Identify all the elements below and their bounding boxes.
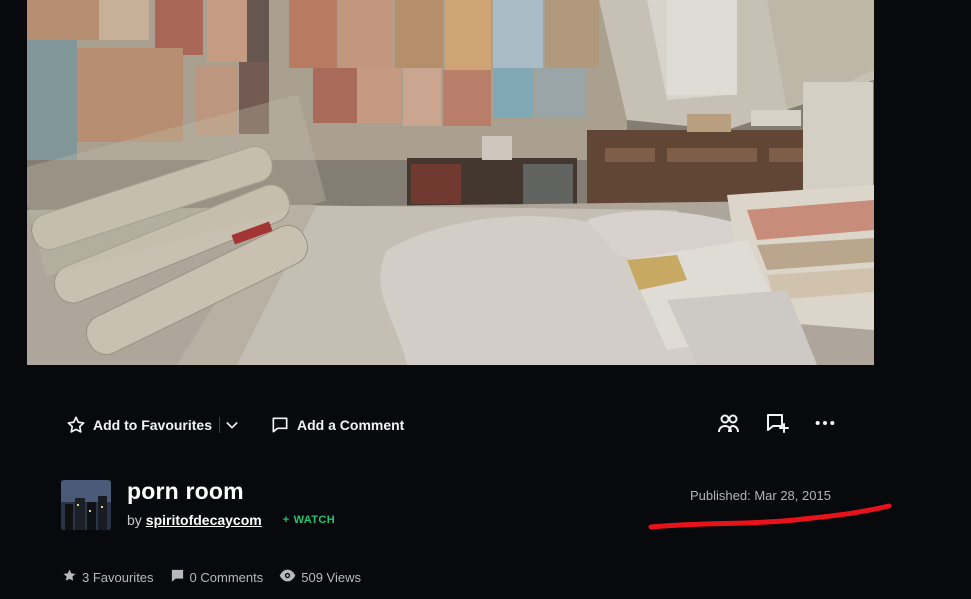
add-comment-button[interactable]: Add a Comment <box>270 410 404 440</box>
plus-icon: + <box>282 514 290 526</box>
add-to-favourites-button[interactable]: Add to Favourites <box>66 410 212 440</box>
add-comment-label: Add a Comment <box>297 417 405 433</box>
eye-icon <box>279 568 296 586</box>
add-to-collection-button[interactable] <box>763 410 791 440</box>
share-button[interactable] <box>715 410 743 440</box>
views-stat: 509 Views <box>279 568 361 586</box>
views-count: 509 Views <box>301 569 361 585</box>
deviation-title: porn room <box>127 478 244 504</box>
author-avatar[interactable] <box>61 480 111 530</box>
action-bar: Add to Favourites Add a Comment <box>0 410 971 440</box>
more-icon <box>814 412 836 439</box>
share-icon <box>717 411 741 440</box>
star-icon <box>66 415 86 435</box>
author-link[interactable]: spiritofdecaycom <box>146 512 262 528</box>
by-label: by <box>127 512 142 528</box>
favourites-count: 3 Favourites <box>82 569 154 585</box>
watch-label: WATCH <box>293 514 336 526</box>
red-underline-annotation <box>648 503 892 530</box>
add-to-favourites-label: Add to Favourites <box>93 417 213 433</box>
stats-bar: 3 Favourites 0 Comments 509 Views <box>62 568 377 586</box>
chevron-down-icon <box>224 417 240 433</box>
more-options-button[interactable] <box>811 410 839 440</box>
comment-icon <box>270 415 290 435</box>
favourites-menu-button[interactable] <box>224 410 240 440</box>
collection-add-icon <box>765 411 789 440</box>
comments-count: 0 Comments <box>189 569 264 585</box>
comments-stat: 0 Comments <box>170 568 264 586</box>
comment-stat-icon <box>170 568 185 586</box>
watch-button[interactable]: + WATCH <box>283 514 335 526</box>
favourites-stat: 3 Favourites <box>62 568 154 586</box>
artwork-image[interactable] <box>27 0 874 365</box>
byline: by spiritofdecaycom + WATCH <box>127 512 335 528</box>
divider <box>219 417 220 433</box>
favourite-stat-icon <box>62 568 77 586</box>
